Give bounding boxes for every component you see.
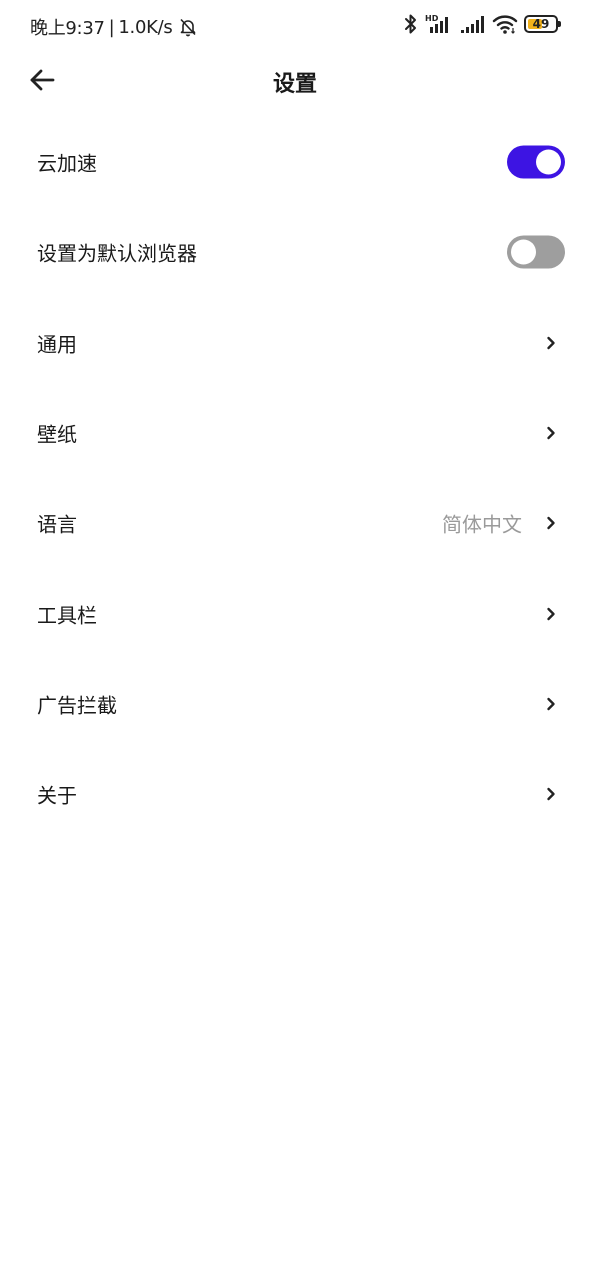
battery-icon: 49	[524, 15, 561, 33]
setting-label: 广告拦截	[37, 693, 117, 718]
battery-level: 49	[532, 17, 550, 31]
setting-wallpaper[interactable]: 壁纸	[0, 388, 590, 478]
page-title: 设置	[272, 72, 317, 97]
settings-list: 云加速 设置为默认浏览器 通用 壁纸 语言 简体中文 工具栏 广告拦截 关于	[0, 117, 590, 839]
setting-toolbar[interactable]: 工具栏	[0, 568, 590, 658]
setting-general[interactable]: 通用	[0, 298, 590, 388]
bluetooth-icon	[405, 14, 416, 34]
setting-label: 语言	[37, 512, 77, 537]
setting-default-browser[interactable]: 设置为默认浏览器	[0, 207, 590, 297]
status-bar: 晚上9:37 | 1.0K/s HD 49	[0, 0, 590, 52]
toggle-knob	[536, 149, 561, 175]
status-net-speed: 1.0K/s	[118, 16, 173, 38]
setting-language[interactable]: 语言 简体中文	[0, 478, 590, 568]
wifi-icon	[492, 15, 518, 34]
setting-label: 工具栏	[37, 603, 97, 628]
bell-off-icon	[180, 18, 197, 37]
setting-about[interactable]: 关于	[0, 749, 590, 839]
chevron-right-icon	[547, 517, 555, 530]
status-right: HD 49	[404, 13, 561, 35]
app-header: 设置	[0, 52, 590, 108]
status-separator: |	[108, 16, 115, 38]
toggle-knob	[511, 239, 536, 265]
chevron-right-icon	[547, 426, 555, 440]
setting-cloud-accel[interactable]: 云加速	[0, 117, 590, 207]
setting-label: 壁纸	[37, 422, 77, 447]
chevron-right-icon	[547, 788, 555, 801]
status-time: 晚上9:37	[30, 18, 105, 39]
default-browser-toggle[interactable]	[507, 235, 565, 269]
setting-label: 云加速	[37, 151, 97, 176]
chevron-right-icon	[547, 607, 555, 620]
setting-label: 设置为默认浏览器	[37, 241, 197, 266]
setting-label: 关于	[37, 783, 77, 808]
svg-text:HD: HD	[425, 14, 439, 23]
language-value: 简体中文	[442, 512, 522, 537]
signal-icon	[461, 16, 484, 33]
setting-adblock[interactable]: 广告拦截	[0, 659, 590, 749]
hd-signal-icon: HD	[425, 14, 448, 33]
cloud-accel-toggle[interactable]	[507, 145, 565, 179]
chevron-right-icon	[547, 697, 555, 711]
chevron-right-icon	[547, 336, 555, 349]
status-left: 晚上9:37 | 1.0K/s	[30, 14, 198, 40]
setting-label: 通用	[37, 332, 77, 357]
